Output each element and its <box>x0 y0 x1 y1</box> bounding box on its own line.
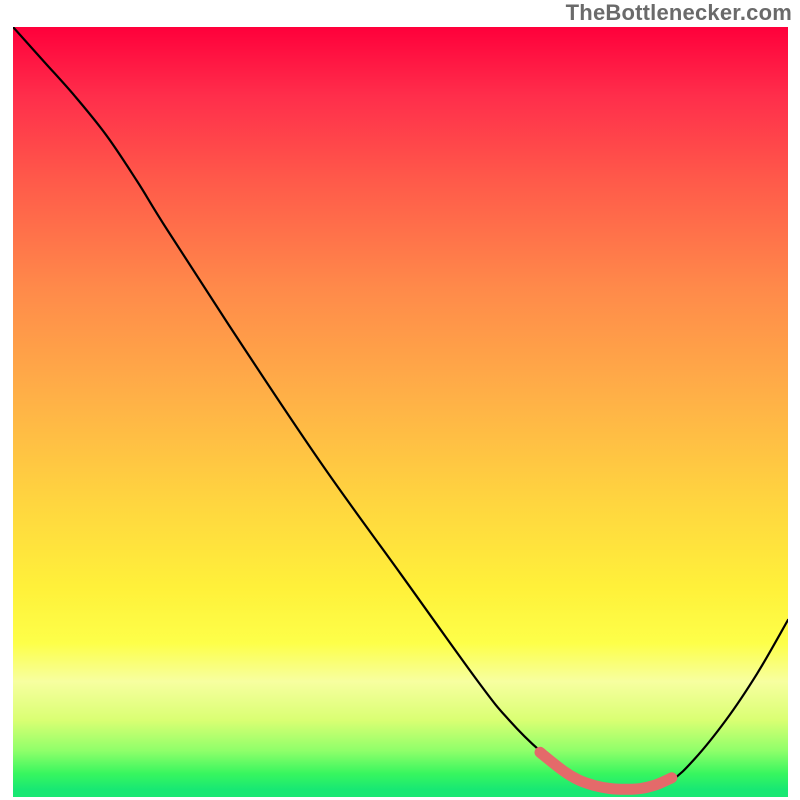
attribution-text: TheBottlenecker.com <box>566 0 792 26</box>
curve-layer <box>13 27 788 797</box>
bottleneck-curve <box>13 27 788 790</box>
chart-container: TheBottlenecker.com <box>0 0 800 800</box>
optimal-range-highlight <box>540 752 672 789</box>
plot-area <box>13 27 788 797</box>
